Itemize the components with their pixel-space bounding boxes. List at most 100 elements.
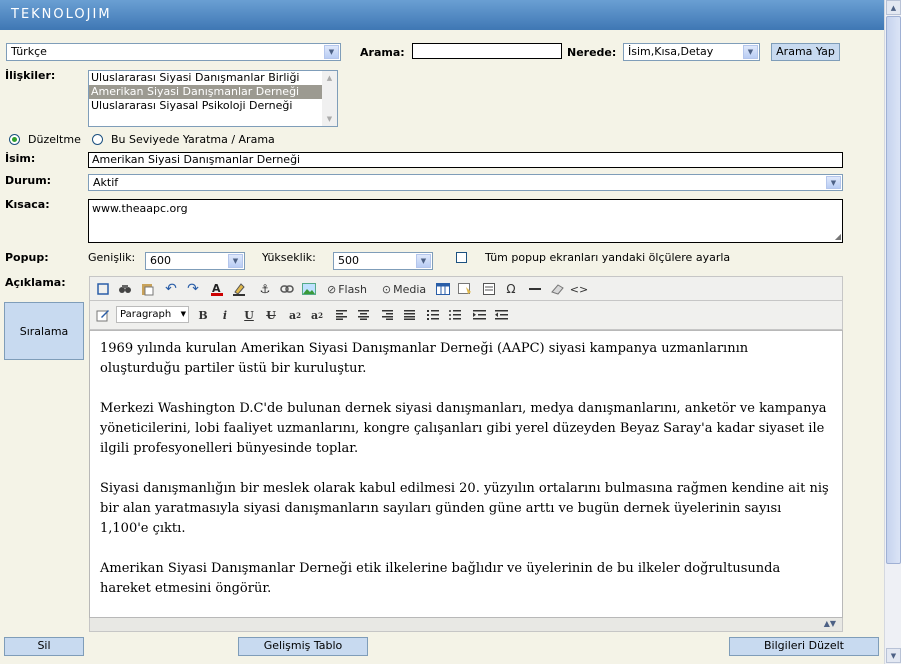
scrollbar-thumb[interactable] <box>886 16 901 564</box>
name-label: İsim: <box>5 152 36 165</box>
popup-height-select[interactable]: 500 ▼ <box>333 252 433 270</box>
status-value: Aktif <box>93 176 119 189</box>
align-justify-icon[interactable] <box>400 306 418 324</box>
editor-paragraph: Amerikan Siyasi Danışmanlar Derneği etik… <box>100 561 781 596</box>
all-popups-checkbox[interactable] <box>456 252 467 263</box>
anchor-icon[interactable]: ⚓ <box>256 280 274 298</box>
fullscreen-icon[interactable] <box>94 280 112 298</box>
edit-mode-label: Düzeltme <box>28 133 81 146</box>
media-button[interactable]: ⊙ Media <box>380 280 428 298</box>
popup-width-label: Genişlik: <box>88 251 136 264</box>
search-where-value: İsim,Kısa,Detay <box>628 45 714 58</box>
table-icon[interactable] <box>434 280 452 298</box>
editor-statusbar: ▲▼ <box>89 618 843 632</box>
scroll-down-icon[interactable]: ▼ <box>886 648 901 663</box>
flash-button[interactable]: ⊘ Flash <box>326 280 368 298</box>
search-where-select[interactable]: İsim,Kısa,Detay ▼ <box>623 43 760 61</box>
subscript-icon[interactable]: a2 <box>308 306 326 324</box>
chevron-down-icon[interactable]: ▼ <box>743 45 758 59</box>
language-select[interactable]: Türkçe ▼ <box>6 43 341 61</box>
strikethrough-icon[interactable]: U <box>262 306 280 324</box>
outdent-icon[interactable] <box>492 306 510 324</box>
short-textarea[interactable]: www.theaapc.org ◢ <box>88 199 843 243</box>
chevron-down-icon[interactable]: ▼ <box>416 254 431 268</box>
short-value: www.theaapc.org <box>92 202 188 215</box>
html-source-icon[interactable]: <> <box>570 280 588 298</box>
edit-icon[interactable] <box>94 306 112 324</box>
search-input[interactable] <box>412 43 562 59</box>
editor-paragraph: 1969 yılında kurulan Amerikan Siyasi Dan… <box>100 341 749 376</box>
link-icon[interactable] <box>278 280 296 298</box>
scroll-down-icon[interactable]: ▼ <box>322 112 337 126</box>
media-label: Media <box>393 282 427 296</box>
editor-paragraph: Siyasi danışmanlığın bir meslek olarak k… <box>100 481 829 536</box>
app-logo: TEKNOLOJIM <box>11 7 112 22</box>
align-right-icon[interactable] <box>378 306 396 324</box>
list-scrollbar[interactable]: ▲ ▼ <box>322 71 337 126</box>
search-button[interactable]: Arama Yap <box>771 43 840 61</box>
status-label: Durum: <box>5 174 52 187</box>
chevron-down-icon[interactable]: ▼ <box>228 254 243 268</box>
undo-icon[interactable]: ↶ <box>162 280 180 298</box>
align-left-icon[interactable] <box>332 306 350 324</box>
popup-height-label: Yükseklik: <box>262 251 316 264</box>
highlight-icon[interactable] <box>230 280 248 298</box>
bold-icon[interactable]: B <box>194 306 212 324</box>
italic-icon[interactable]: i <box>216 306 234 324</box>
find-icon[interactable] <box>116 280 134 298</box>
language-value: Türkçe <box>11 45 47 58</box>
search-label: Arama: <box>360 46 405 59</box>
list-item[interactable]: Uluslararası Siyasal Psikoloji Derneği <box>89 99 337 113</box>
scroll-up-icon[interactable]: ▲ <box>322 71 337 85</box>
radio-selected-dot <box>12 137 17 142</box>
underline-icon[interactable]: U <box>240 306 258 324</box>
chevron-down-icon[interactable]: ▼ <box>324 45 339 59</box>
image-icon[interactable] <box>300 280 318 298</box>
list-item[interactable]: Uluslararası Siyasi Danışmanlar Birliği <box>89 71 337 85</box>
create-mode-label: Bu Seviyede Yaratma / Arama <box>111 133 275 146</box>
app-header: TEKNOLOJIM <box>0 0 884 30</box>
resize-grip-icon[interactable]: ◢ <box>835 233 841 241</box>
redo-icon[interactable]: ↷ <box>184 280 202 298</box>
template-icon[interactable] <box>480 280 498 298</box>
unordered-list-icon[interactable] <box>446 306 464 324</box>
sort-button-label: Sıralama <box>19 325 69 338</box>
status-select[interactable]: Aktif ▼ <box>88 174 843 191</box>
text-color-icon[interactable]: A <box>208 280 226 298</box>
name-input[interactable]: Amerikan Siyasi Danışmanlar Derneği <box>88 152 843 168</box>
chevron-down-icon[interactable]: ▼ <box>826 176 841 189</box>
update-info-button[interactable]: Bilgileri Düzelt <box>729 637 879 656</box>
ordered-list-icon[interactable] <box>424 306 442 324</box>
flash-label: Flash <box>338 282 368 296</box>
table-props-icon[interactable] <box>456 280 474 298</box>
eraser-icon[interactable] <box>548 280 566 298</box>
scroll-up-icon[interactable]: ▲ <box>886 0 901 15</box>
editor-resize-icon[interactable]: ▲▼ <box>824 619 836 628</box>
chevron-down-icon[interactable]: ▼ <box>181 307 186 322</box>
editor-paragraph: Merkezi Washington D.C'de bulunan dernek… <box>100 401 827 456</box>
align-center-icon[interactable] <box>354 306 372 324</box>
search-where-label: Nerede: <box>567 46 617 59</box>
popup-width-value: 600 <box>150 254 171 267</box>
horizontal-rule-icon[interactable] <box>526 280 544 298</box>
sort-button[interactable]: Sıralama <box>4 302 84 360</box>
relations-label: İlişkiler: <box>5 69 56 82</box>
page-scrollbar[interactable]: ▲ ▼ <box>884 0 901 664</box>
paste-icon[interactable] <box>138 280 156 298</box>
popup-width-select[interactable]: 600 ▼ <box>145 252 245 270</box>
editor-toolbar-2: Paragraph ▼ B i U U a2 a2 <box>89 301 843 330</box>
delete-button[interactable]: Sil <box>4 637 84 656</box>
list-item-selected[interactable]: Amerikan Siyasi Danışmanlar Derneği <box>89 85 337 99</box>
edit-mode-radio[interactable] <box>9 134 20 145</box>
create-mode-radio[interactable] <box>92 134 103 145</box>
superscript-icon[interactable]: a2 <box>286 306 304 324</box>
flash-icon: ⊘ <box>326 282 337 296</box>
editor-content[interactable]: 1969 yılında kurulan Amerikan Siyasi Dan… <box>89 330 843 618</box>
relations-list[interactable]: Uluslararası Siyasi Danışmanlar Birliği … <box>88 70 338 127</box>
advanced-table-button[interactable]: Gelişmiş Tablo <box>238 637 368 656</box>
format-value: Paragraph <box>120 309 172 320</box>
indent-icon[interactable] <box>470 306 488 324</box>
format-select[interactable]: Paragraph ▼ <box>116 306 189 323</box>
all-popups-label: Tüm popup ekranları yandaki ölçülere aya… <box>485 251 731 264</box>
special-char-icon[interactable]: Ω <box>502 280 520 298</box>
